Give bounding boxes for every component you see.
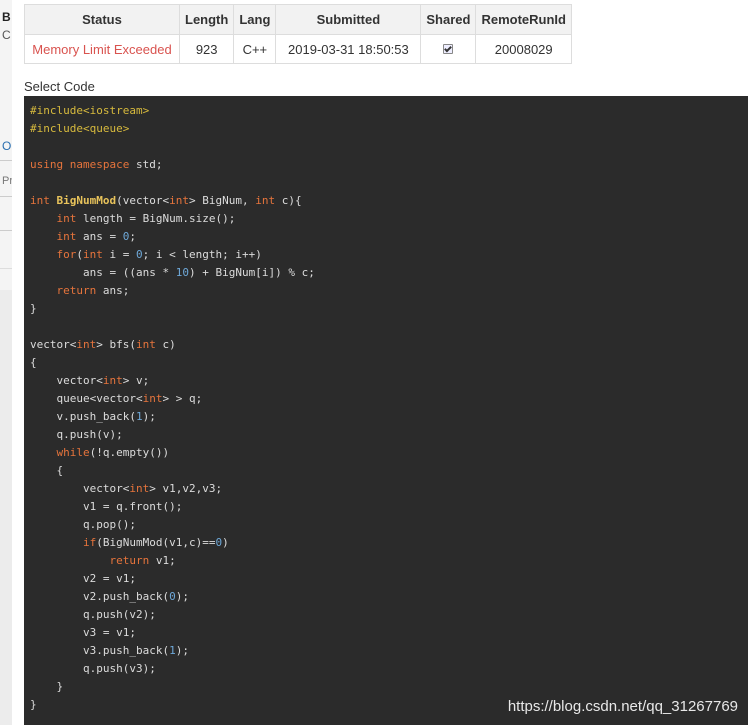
code-line: q.push(v);	[56, 428, 123, 441]
submission-status-table: Status Length Lang Submitted Shared Remo…	[24, 4, 572, 64]
watermark: https://blog.csdn.net/qq_31267769	[507, 698, 738, 715]
code-line: int ans = 0;	[56, 230, 137, 243]
column-header-remote-run-id: RemoteRunId	[475, 4, 572, 35]
code-line: while(!q.empty())	[56, 446, 170, 459]
table-header-row: Status Length Lang Submitted Shared Remo…	[24, 4, 572, 35]
column-header-shared: Shared	[420, 4, 477, 35]
length-cell: 923	[178, 34, 235, 64]
status-cell: Memory Limit Exceeded	[24, 34, 180, 64]
divider	[0, 230, 12, 231]
code-line: vector<int> bfs(int c)	[30, 338, 176, 351]
code-line: return ans;	[56, 284, 130, 297]
shared-checkbox[interactable]	[443, 43, 454, 54]
code-line: v2 = v1;	[82, 572, 136, 585]
remote-run-id-cell: 20008029	[475, 34, 572, 64]
sidebar-shade	[0, 290, 12, 725]
divider	[0, 268, 12, 269]
column-header-length: Length	[178, 4, 235, 35]
code-line: #include<queue>	[30, 122, 130, 135]
sidebar-link-fragment[interactable]: O	[2, 139, 11, 153]
code-line: int BigNumMod(vector<int> BigNum, int c)…	[30, 194, 302, 207]
code-line: ans = ((ans * 10) + BigNum[i]) % c;	[82, 266, 315, 279]
code-line: vector<int> v1,v2,v3;	[82, 482, 223, 495]
shared-cell	[420, 34, 477, 64]
sidebar-fragment: B	[2, 10, 11, 24]
code-line: #include<iostream>	[30, 104, 150, 117]
code-line: v1 = q.front();	[82, 500, 183, 513]
code-line: {	[30, 464, 64, 477]
code-line: }	[30, 302, 37, 315]
code-line: vector<int> v;	[56, 374, 150, 387]
code-line: v3 = v1;	[82, 626, 136, 639]
code-line: int length = BigNum.size();	[56, 212, 236, 225]
code-line: v.push_back(1);	[56, 410, 156, 423]
code-line: using namespace std;	[30, 158, 163, 171]
code-line: v3.push_back(1);	[82, 644, 189, 657]
code-block[interactable]: #include<iostream> #include<queue> using …	[24, 96, 748, 725]
code-line: q.push(v3);	[82, 662, 156, 675]
code-line: if(BigNumMod(v1,c)==0)	[82, 536, 229, 549]
sidebar-fragment: C	[2, 28, 11, 42]
submitted-cell: 2019-03-31 18:50:53	[275, 34, 422, 64]
code-line: }	[30, 680, 64, 693]
code-line: {	[30, 356, 37, 369]
sidebar-fragment: Pr	[2, 175, 12, 187]
column-header-lang: Lang	[233, 4, 277, 35]
code-line: q.push(v2);	[82, 608, 156, 621]
code-line: for(int i = 0; i < length; i++)	[56, 248, 262, 261]
column-header-status: Status	[24, 4, 180, 35]
code-line: v2.push_back(0);	[82, 590, 189, 603]
divider	[0, 160, 12, 161]
lang-cell: C++	[233, 34, 277, 64]
divider	[0, 196, 12, 197]
code-line: queue<vector<int> > q;	[56, 392, 203, 405]
code-line: q.pop();	[82, 518, 136, 531]
source-code: #include<iostream> #include<queue> using …	[24, 96, 748, 714]
column-header-submitted: Submitted	[275, 4, 422, 35]
code-line: return v1;	[109, 554, 176, 567]
table-row: Memory Limit Exceeded 923 C++ 2019-03-31…	[24, 34, 572, 64]
select-code-link[interactable]: Select Code	[24, 79, 95, 94]
left-sidebar: B C O Pr	[0, 0, 12, 725]
